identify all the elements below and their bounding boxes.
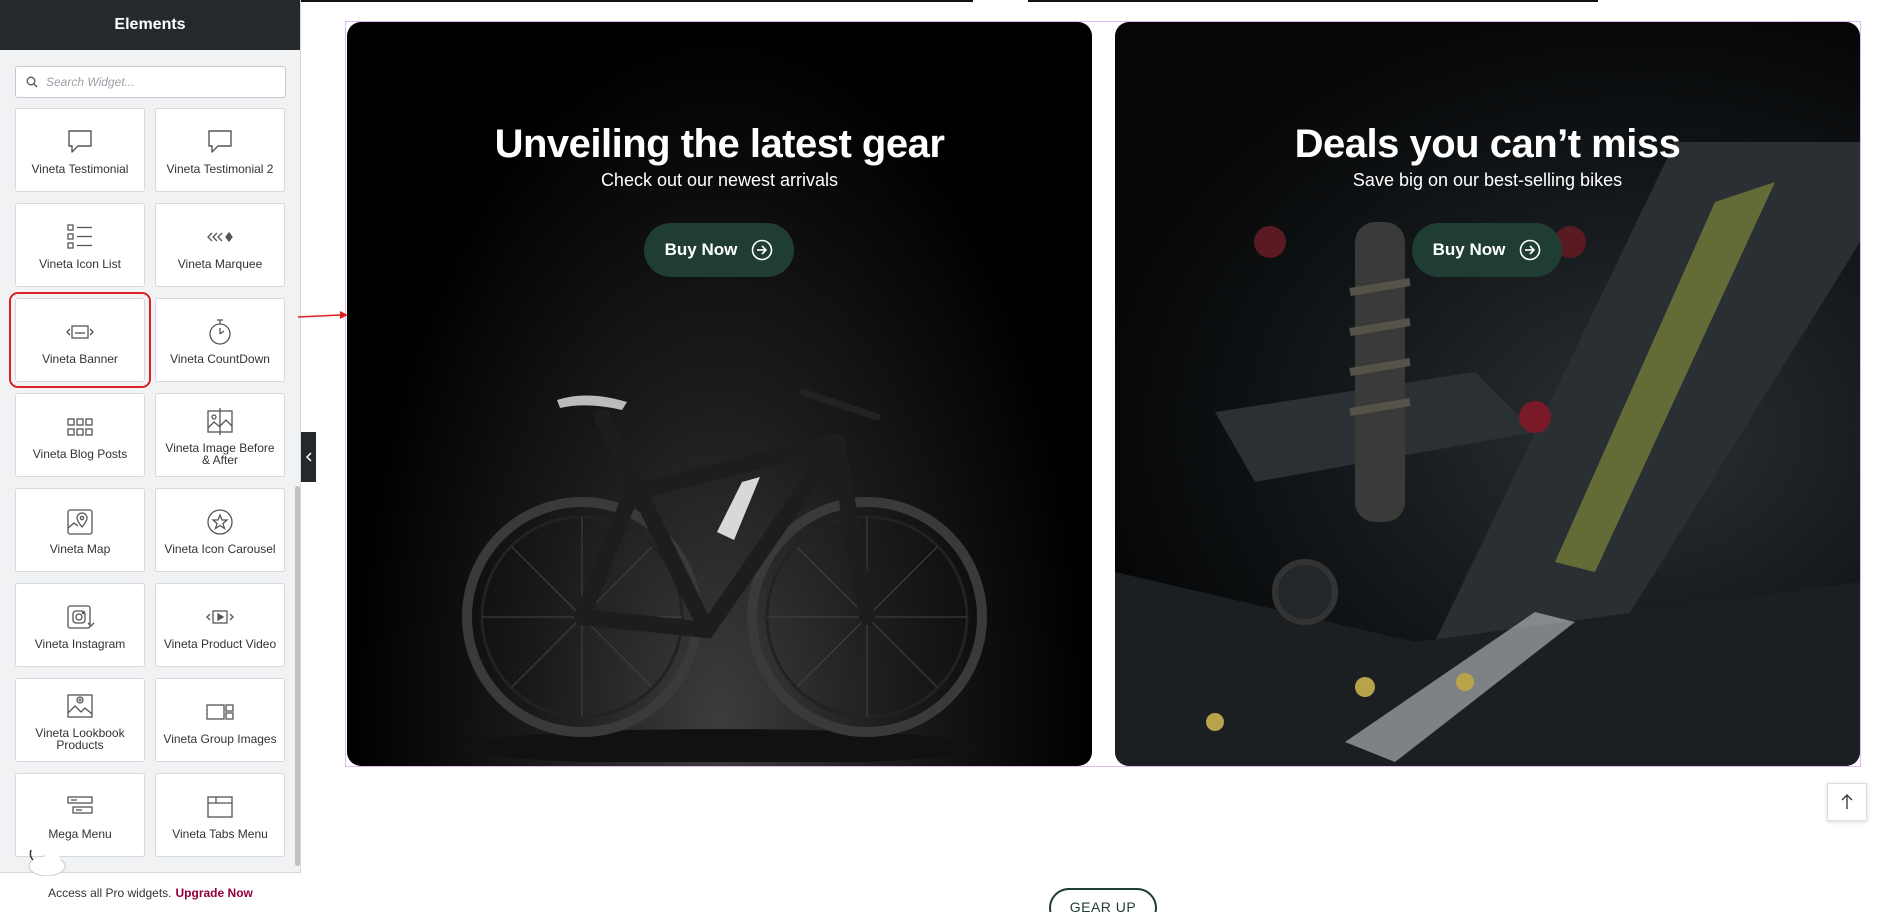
banner-title: Unveiling the latest gear <box>494 122 945 166</box>
video-icon <box>204 602 236 632</box>
stopwatch-icon <box>204 317 236 347</box>
widget-label: Vineta CountDown <box>170 352 270 366</box>
widget-label: Vineta Marquee <box>177 257 263 271</box>
widget-label: Vineta Icon List <box>39 257 121 271</box>
widget-label: Vineta Blog Posts <box>32 447 128 461</box>
widget-label: Vineta Product Video <box>163 637 277 651</box>
upgrade-now-link[interactable]: Upgrade Now <box>176 886 253 900</box>
collapse-panel-button[interactable] <box>301 432 316 482</box>
star-circle-icon <box>204 507 236 537</box>
widget-label: Vineta Icon Carousel <box>164 542 276 556</box>
widget-mega-menu[interactable]: Mega Menu <box>15 773 145 857</box>
search-widget-field[interactable] <box>15 66 286 98</box>
banner-subtitle: Save big on our best-selling bikes <box>1352 170 1623 190</box>
buy-now-label: Buy Now <box>664 240 738 259</box>
widget-vineta-marquee[interactable]: Vineta Marquee <box>155 203 285 287</box>
scrollbar-thumb[interactable] <box>295 486 300 866</box>
mountain-bike-image <box>462 388 987 762</box>
pro-upsell-bar: Access all Pro widgets. Upgrade Now <box>0 872 301 912</box>
header-edge <box>1028 0 1598 2</box>
widget-label: Vineta Image Before & After <box>165 441 275 467</box>
marquee-icon <box>204 222 236 252</box>
mega-menu-icon <box>64 792 96 822</box>
widget-label: Vineta Lookbook Products <box>35 726 125 752</box>
widget-vineta-banner[interactable]: Vineta Banner <box>9 292 151 388</box>
back-to-top-button[interactable] <box>1827 783 1867 821</box>
widget-vineta-testimonial-2[interactable]: Vineta Testimonial 2 <box>155 108 285 192</box>
annotation-arrow-icon <box>297 311 348 319</box>
chat-bubble-icon[interactable] <box>22 846 68 876</box>
speech-bubble-icon <box>204 127 236 157</box>
arrow-right-circle-icon <box>752 239 773 261</box>
arrow-up-icon <box>1841 794 1853 809</box>
banner-title: Deals you can’t miss <box>1294 122 1681 166</box>
arrow-right-circle-icon <box>1520 239 1541 261</box>
lookbook-icon <box>64 691 96 721</box>
banner-subtitle: Check out our newest arrivals <box>600 170 839 190</box>
header-edge <box>301 0 973 2</box>
map-icon <box>64 507 96 537</box>
buy-now-button[interactable]: Buy Now <box>644 223 794 277</box>
widget-label: Vineta Map <box>49 542 111 556</box>
widget-vineta-lookbook-products[interactable]: Vineta Lookbook Products <box>15 678 145 762</box>
search-icon <box>26 76 38 88</box>
widget-vineta-testimonial[interactable]: Vineta Testimonial <box>15 108 145 192</box>
tabs-icon <box>204 792 236 822</box>
widget-label: Vineta Testimonial <box>31 162 129 176</box>
image-compare-icon <box>204 406 236 436</box>
pro-upsell-text: Access all Pro widgets. <box>48 885 172 900</box>
grid-posts-icon <box>64 412 96 442</box>
widget-vineta-product-video[interactable]: Vineta Product Video <box>155 583 285 667</box>
widget-vineta-map[interactable]: Vineta Map <box>15 488 145 572</box>
buy-now-label: Buy Now <box>1432 240 1506 259</box>
panel-title: Elements <box>0 0 300 50</box>
widget-vineta-image-before-after[interactable]: Vineta Image Before & After <box>155 393 285 477</box>
widget-label: Vineta Banner <box>42 352 118 366</box>
widget-label: Vineta Group Images <box>163 732 277 746</box>
buy-now-button[interactable]: Buy Now <box>1412 223 1562 277</box>
group-images-icon <box>204 697 236 727</box>
widget-vineta-tabs-menu[interactable]: Vineta Tabs Menu <box>155 773 285 857</box>
widget-vineta-icon-list[interactable]: Vineta Icon List <box>15 203 145 287</box>
widget-vineta-instagram[interactable]: Vineta Instagram <box>15 583 145 667</box>
widget-vineta-blog-posts[interactable]: Vineta Blog Posts <box>15 393 145 477</box>
chevron-left-icon <box>305 452 312 462</box>
widget-label: Vineta Instagram <box>34 637 126 651</box>
widget-label: Vineta Tabs Menu <box>172 827 268 841</box>
banner-icon <box>64 317 96 347</box>
widget-list[interactable]: Vineta Testimonial Vineta Testimonial 2 … <box>0 108 293 870</box>
search-input[interactable] <box>46 75 266 89</box>
widget-label: Mega Menu <box>48 827 112 841</box>
widget-vineta-icon-carousel[interactable]: Vineta Icon Carousel <box>155 488 285 572</box>
widget-label: Vineta Testimonial 2 <box>166 162 274 176</box>
widget-vineta-countdown[interactable]: Vineta CountDown <box>155 298 285 382</box>
banner-deals[interactable]: Deals you can’t miss Save big on our bes… <box>1115 22 1860 766</box>
icon-list-icon <box>64 222 96 252</box>
widget-vineta-group-images[interactable]: Vineta Group Images <box>155 678 285 762</box>
elements-panel: Elements Vineta Testimonial Vineta Testi… <box>0 0 301 912</box>
instagram-icon <box>64 602 96 632</box>
banner-latest-gear[interactable]: Unveiling the latest gear Check out our … <box>347 22 1092 766</box>
gear-up-button[interactable]: GEAR UP <box>1049 888 1157 912</box>
speech-bubble-icon <box>64 127 96 157</box>
